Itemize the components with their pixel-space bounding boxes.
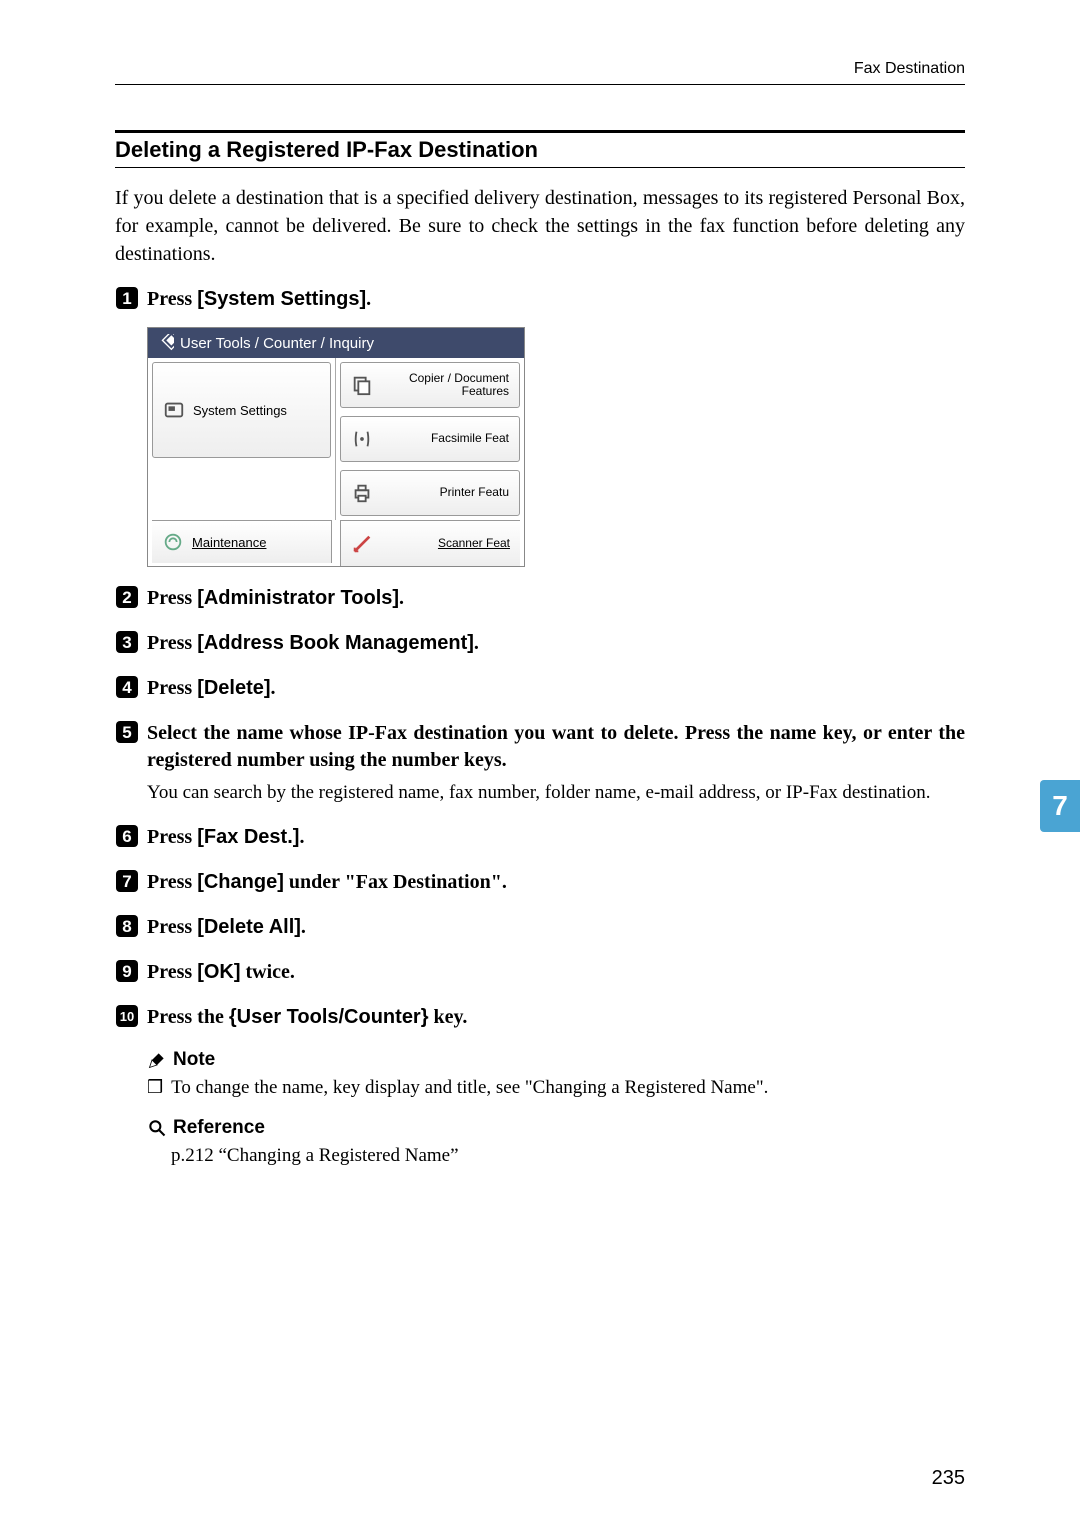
note-bullet-icon: ❒ xyxy=(147,1077,163,1099)
system-settings-label: System Settings xyxy=(193,403,287,418)
step-6: 6 Press [Fax Dest.]. xyxy=(115,824,965,851)
step-7-ui: [Change] xyxy=(197,871,284,893)
reference-heading: Reference xyxy=(147,1117,965,1139)
step-number-icon-2: 2 xyxy=(115,585,139,609)
note-head-text: Note xyxy=(173,1049,215,1071)
step-number-icon-1: 1 xyxy=(115,286,139,310)
step-9-suffix: twice. xyxy=(241,961,295,983)
pencil-icon xyxy=(147,1050,167,1070)
diamond-icon xyxy=(156,334,174,352)
copier-icon xyxy=(351,374,373,396)
step-9-ui: [OK] xyxy=(197,961,240,983)
fax-icon xyxy=(351,428,373,450)
step-3: 3 Press [Address Book Management]. xyxy=(115,630,965,657)
step-8-prefix: Press xyxy=(147,916,197,938)
printer-icon xyxy=(351,482,373,504)
step-8-suffix: . xyxy=(301,916,306,938)
step-10-suffix: key. xyxy=(429,1006,468,1028)
step-7: 7 Press [Change] under "Fax Destination"… xyxy=(115,869,965,896)
scanner-features-button[interactable]: Scanner Feat xyxy=(340,520,520,566)
scanner-label: Scanner Feat xyxy=(381,537,510,550)
step-number-icon-3: 3 xyxy=(115,630,139,654)
step-number-icon-6: 6 xyxy=(115,824,139,848)
step-7-suffix: under "Fax Destination". xyxy=(284,871,507,893)
printer-features-button[interactable]: Printer Featu xyxy=(340,470,520,516)
step-number-icon-4: 4 xyxy=(115,675,139,699)
intro-paragraph: If you delete a destination that is a sp… xyxy=(115,184,965,268)
reference-body: p.212 “Changing a Registered Name” xyxy=(171,1145,965,1167)
step-1-suffix: . xyxy=(366,288,371,310)
fax-label: Facsimile Feat xyxy=(381,432,509,445)
note-heading: Note xyxy=(147,1049,965,1071)
running-header: Fax Destination xyxy=(115,60,965,85)
step-1: 1 Press [System Settings]. xyxy=(115,286,965,313)
step-3-suffix: . xyxy=(474,632,479,654)
step-5: 5 Select the name whose IP-Fax destinati… xyxy=(115,720,965,774)
section-title: Deleting a Registered IP-Fax Destination xyxy=(115,130,965,168)
svg-text:6: 6 xyxy=(122,827,131,846)
svg-text:5: 5 xyxy=(122,723,131,742)
step-8: 8 Press [Delete All]. xyxy=(115,914,965,941)
svg-text:1: 1 xyxy=(122,289,131,308)
step-10-key: {User Tools/Counter} xyxy=(229,1006,429,1028)
step-2-suffix: . xyxy=(399,587,404,609)
system-settings-button[interactable]: System Settings xyxy=(152,362,331,458)
printer-label: Printer Featu xyxy=(381,486,509,499)
step-10: 10 Press the {User Tools/Counter} key. xyxy=(115,1004,965,1031)
copier-label: Copier / Document Features xyxy=(381,372,509,398)
step-9: 9 Press [OK] twice. xyxy=(115,959,965,986)
system-settings-icon xyxy=(163,399,185,421)
step-number-icon-9: 9 xyxy=(115,959,139,983)
svg-text:8: 8 xyxy=(122,917,131,936)
step-number-icon-8: 8 xyxy=(115,914,139,938)
step-6-prefix: Press xyxy=(147,826,197,848)
note-item: ❒ To change the name, key display and ti… xyxy=(147,1077,965,1099)
step-1-ui: [System Settings] xyxy=(197,288,366,310)
step-4-suffix: . xyxy=(271,677,276,699)
chapter-tab: 7 xyxy=(1040,780,1080,832)
fax-features-button[interactable]: Facsimile Feat xyxy=(340,416,520,462)
svg-text:3: 3 xyxy=(122,633,131,652)
step-2: 2 Press [Administrator Tools]. xyxy=(115,585,965,612)
screenshot-header-text: User Tools / Counter / Inquiry xyxy=(180,335,374,352)
step-8-ui: [Delete All] xyxy=(197,916,301,938)
step-1-prefix: Press xyxy=(147,288,197,310)
svg-text:10: 10 xyxy=(120,1009,134,1024)
step-2-prefix: Press xyxy=(147,587,197,609)
svg-text:7: 7 xyxy=(122,872,131,891)
copier-features-button[interactable]: Copier / Document Features xyxy=(340,362,520,408)
scanner-icon xyxy=(351,533,373,555)
step-number-icon-7: 7 xyxy=(115,869,139,893)
page-number: 235 xyxy=(932,1467,965,1490)
step-9-prefix: Press xyxy=(147,961,197,983)
step-2-ui: [Administrator Tools] xyxy=(197,587,399,609)
step-10-prefix: Press the xyxy=(147,1006,229,1028)
step-5-text: Select the name whose IP-Fax destination… xyxy=(147,722,965,771)
step-3-prefix: Press xyxy=(147,632,197,654)
screenshot-header: User Tools / Counter / Inquiry xyxy=(148,328,524,358)
maintenance-button[interactable]: Maintenance xyxy=(152,520,332,563)
embedded-screenshot: User Tools / Counter / Inquiry System Se… xyxy=(147,327,525,567)
reference-head-text: Reference xyxy=(173,1117,265,1139)
step-7-prefix: Press xyxy=(147,871,197,893)
step-4: 4 Press [Delete]. xyxy=(115,675,965,702)
maintenance-label: Maintenance xyxy=(192,535,266,550)
step-6-suffix: . xyxy=(299,826,304,848)
step-6-ui: [Fax Dest.] xyxy=(197,826,299,848)
magnifier-icon xyxy=(147,1118,167,1138)
step-4-ui: [Delete] xyxy=(197,677,270,699)
svg-text:4: 4 xyxy=(122,678,132,697)
step-5-sub: You can search by the registered name, f… xyxy=(147,780,965,806)
svg-text:2: 2 xyxy=(122,588,131,607)
step-4-prefix: Press xyxy=(147,677,197,699)
step-number-icon-5: 5 xyxy=(115,720,139,744)
maintenance-icon xyxy=(162,531,184,553)
step-3-ui: [Address Book Management] xyxy=(197,632,474,654)
svg-text:9: 9 xyxy=(122,962,131,981)
note-item-text: To change the name, key display and titl… xyxy=(171,1077,768,1099)
step-number-icon-10: 10 xyxy=(115,1004,139,1028)
